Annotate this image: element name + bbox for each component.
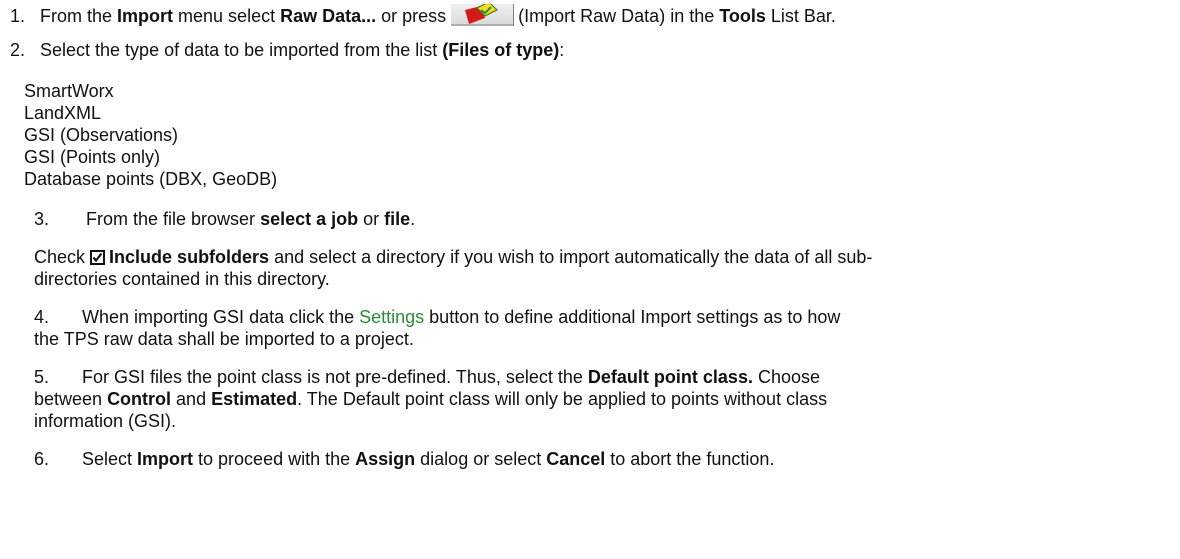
step-text: and <box>171 389 212 409</box>
step-5-line-3: information (GSI). <box>34 411 177 431</box>
step-number: 5. <box>34 367 50 387</box>
import-menu-name: Import <box>117 6 174 26</box>
file-type-item: GSI (Points only) <box>24 147 161 167</box>
step-number: 1. <box>10 6 26 26</box>
file-type-item: Database points (DBX, GeoDB) <box>24 169 278 189</box>
step-text: or press <box>376 6 447 26</box>
step-text: From the <box>40 6 118 26</box>
step-number: 3. <box>34 209 50 229</box>
file-type-item: GSI (Observations) <box>24 125 179 145</box>
control-class: Control <box>107 389 172 409</box>
step-text: When importing GSI data click the <box>82 307 360 327</box>
assign-dialog-name: Assign <box>355 449 416 469</box>
step-6: 6. Select Import to proceed with the Assi… <box>34 448 774 470</box>
select-job-phrase: select a job <box>260 209 359 229</box>
step-5: 5. For GSI files the point class is not p… <box>34 366 820 388</box>
step-text: or <box>358 209 385 229</box>
step-text: . <box>410 209 416 229</box>
step-text: From the file browser <box>86 209 261 229</box>
include-subfolders-option: Include subfolders <box>109 247 270 267</box>
raw-data-command: Raw Data... <box>280 6 377 26</box>
step-text: : <box>559 40 565 60</box>
step-text: to proceed with the <box>193 449 356 469</box>
step-text: For GSI files the point class is not pre… <box>82 367 588 387</box>
estimated-class: Estimated <box>211 389 298 409</box>
include-subfolders-note-line-2: directories contained in this directory. <box>34 269 330 289</box>
step-text: Select the type of data to be imported f… <box>40 40 443 60</box>
step-1: 1. From the Import menu select Raw Data..… <box>10 4 836 27</box>
default-point-class-label: Default point class. <box>587 367 753 387</box>
step-text: to abort the function. <box>605 449 775 469</box>
step-text: dialog or select <box>415 449 547 469</box>
step-number: 2. <box>10 40 26 60</box>
step-text: Choose <box>752 367 821 387</box>
note-text: and select a directory if you wish to im… <box>269 247 873 267</box>
cancel-button-name: Cancel <box>546 449 606 469</box>
step-2: 2. Select the type of data to be imported… <box>10 39 564 61</box>
step-number: 4. <box>34 307 50 327</box>
step-number: 6. <box>34 449 50 469</box>
step-4-line-2: the TPS raw data shall be imported to a … <box>34 329 414 349</box>
step-3: 3. From the file browser select a job or … <box>34 208 415 230</box>
step-text: Select <box>82 449 138 469</box>
file-type-item: LandXML <box>24 103 102 123</box>
step-5-line-2: between Control and Estimated. The Defau… <box>34 388 827 410</box>
step-text: button to define additional Import setti… <box>424 307 841 327</box>
files-of-type-label: (Files of type) <box>442 40 560 60</box>
step-text: . The Default point class will only be a… <box>297 389 828 409</box>
checked-checkbox-icon <box>90 250 106 265</box>
file-word: file <box>384 209 411 229</box>
settings-link[interactable]: Settings <box>359 307 424 327</box>
note-text: Check <box>34 247 86 267</box>
tools-bar-name: Tools <box>719 6 766 26</box>
step-text: List Bar. <box>765 6 836 26</box>
file-type-item: SmartWorx <box>24 81 114 101</box>
import-button-name: Import <box>137 449 194 469</box>
step-4: 4. When importing GSI data click the Sett… <box>34 306 840 328</box>
include-subfolders-note: Check Include subfolders and select a di… <box>34 246 872 268</box>
import-raw-data-icon <box>450 4 515 26</box>
step-text: menu select <box>173 6 281 26</box>
step-text: (Import Raw Data) in the <box>518 6 720 26</box>
step-text: between <box>34 389 108 409</box>
